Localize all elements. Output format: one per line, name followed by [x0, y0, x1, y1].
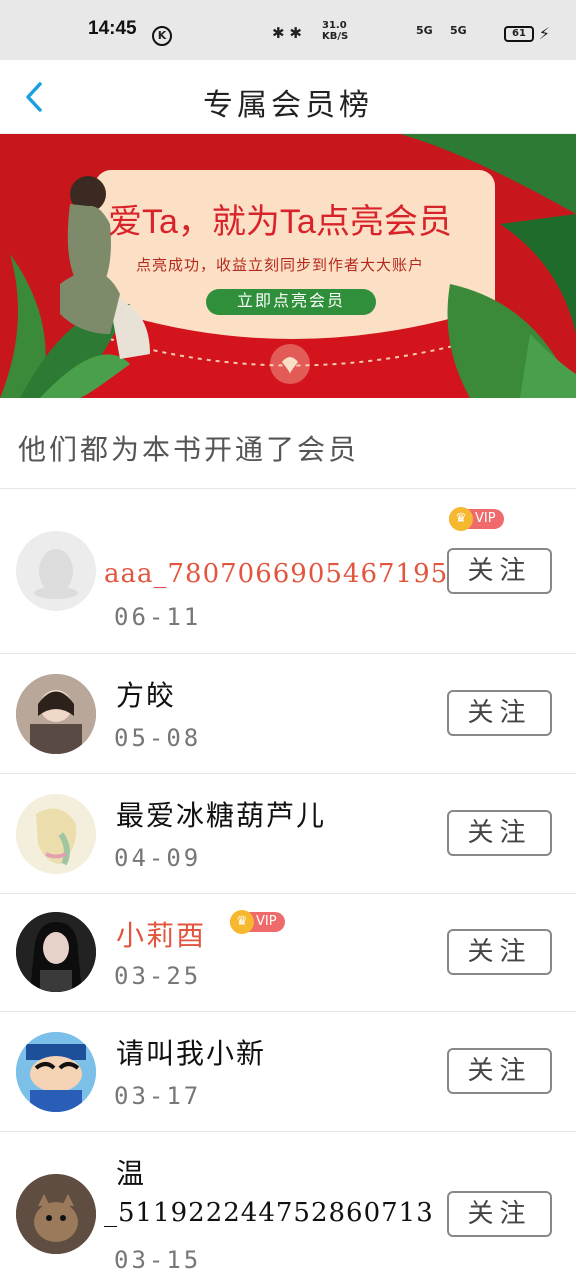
member-date: 03-17 — [114, 1082, 202, 1110]
member-row: ♛ VIP 小莉酉 03-25 关注 — [0, 894, 576, 1012]
member-row: 最爱冰糖葫芦儿 04-09 关注 — [0, 774, 576, 894]
follow-button[interactable]: 关注 — [447, 690, 552, 736]
member-date: 03-15 — [114, 1246, 202, 1274]
member-row: 方皎 05-08 关注 — [0, 654, 576, 774]
banner-cta-button[interactable]: 立即点亮会员 — [206, 289, 376, 315]
network-speed: 31.0 KB/S — [322, 20, 349, 42]
vip-badge: ♛ VIP — [230, 910, 285, 934]
status-time: 14:45 — [88, 18, 137, 39]
promo-banner[interactable]: 爱Ta，就为Ta点亮会员 点亮成功，收益立刻同步到作者大大账户 立即点亮会员 — [0, 134, 576, 398]
k-icon: K — [152, 26, 172, 46]
follow-button[interactable]: 关注 — [447, 810, 552, 856]
member-row: ♛ VIP aaa_780706690546719​5 06-11 关注 — [0, 489, 576, 654]
section-title: 他们都为本书开通了会员 — [18, 433, 360, 466]
avatar-default[interactable] — [16, 531, 96, 611]
member-name-line2[interactable]: _5119222447528607​13 — [104, 1198, 434, 1228]
crown-icon: ♛ — [449, 507, 473, 531]
avatar-photo[interactable] — [16, 674, 96, 754]
follow-button[interactable]: 关注 — [447, 548, 552, 594]
avatar-photo[interactable] — [16, 912, 96, 992]
signal-5g-1: 5G — [416, 24, 433, 37]
status-bar: 14:45 K ✱ ✱ 31.0 KB/S 5G 5G 61 ⚡ — [0, 0, 576, 60]
banner-subline: 点亮成功，收益立刻同步到作者大大账户 — [136, 257, 425, 274]
member-name[interactable]: aaa_780706690546719​5 — [104, 559, 448, 589]
avatar-cartoon[interactable] — [16, 1032, 96, 1112]
member-name[interactable]: 方皎 — [116, 674, 176, 714]
member-date: 03-25 — [114, 962, 202, 990]
signal-5g-2: 5G — [450, 24, 467, 37]
member-date: 05-08 — [114, 724, 202, 752]
charging-icon: ⚡ — [538, 24, 550, 43]
avatar-illustration[interactable] — [16, 794, 96, 874]
follow-button[interactable]: 关注 — [447, 1048, 552, 1094]
member-name[interactable]: 请叫我小新 — [116, 1032, 266, 1072]
crown-icon: ♛ — [230, 910, 254, 934]
app-header: 专属会员榜 — [0, 60, 576, 134]
member-name[interactable]: 最爱冰糖葫芦儿 — [116, 794, 326, 834]
member-row: 请叫我小新 03-17 关注 — [0, 1012, 576, 1132]
avatar-cat-photo[interactable] — [16, 1174, 96, 1254]
member-name-line1[interactable]: 温 — [116, 1152, 146, 1192]
follow-button[interactable]: 关注 — [447, 1191, 552, 1237]
vip-badge: ♛ VIP — [449, 507, 504, 531]
banner-headline: 爱Ta，就为Ta点亮会员 — [108, 203, 452, 241]
member-date: 04-09 — [114, 844, 202, 872]
follow-button[interactable]: 关注 — [447, 929, 552, 975]
page-title: 专属会员榜 — [203, 88, 373, 123]
member-row: 温 _5119222447528607​13 03-15 关注 — [0, 1132, 576, 1280]
member-date: 06-11 — [114, 603, 202, 631]
battery-icon: 61 — [504, 26, 534, 42]
member-name[interactable]: 小莉酉 — [116, 914, 206, 954]
notification-icons: ✱ ✱ — [272, 24, 302, 42]
